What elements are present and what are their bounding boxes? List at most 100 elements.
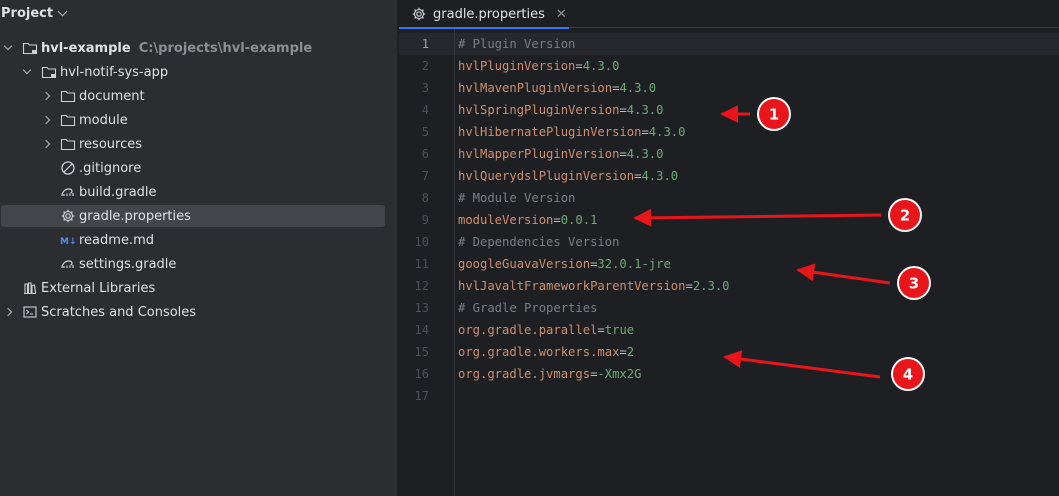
code-line[interactable]: # Plugin Version [458, 33, 575, 55]
comment-text: # Module Version [458, 191, 576, 205]
property-value: 4.3.0 [648, 125, 686, 139]
code-line[interactable]: # Module Version [458, 187, 575, 209]
property-value: 4.3.0 [626, 103, 664, 117]
code-line[interactable]: googleGuavaVersion=32.0.1-jre [458, 253, 671, 275]
property-key: hvlJavaltFrameworkParentVersion [458, 279, 686, 293]
comment-text: # Dependencies Version [458, 235, 620, 249]
tree-item-scratches-and-consoles[interactable]: Scratches and Consoles [0, 301, 385, 323]
gutter-divider [454, 29, 455, 496]
folder-icon [41, 64, 57, 80]
svg-text:M↓: M↓ [60, 237, 76, 247]
tree-item-label: document [79, 88, 145, 104]
tree-item-gradle-properties[interactable]: gradle.properties [1, 205, 385, 227]
property-value: 4.3.0 [619, 81, 657, 95]
code-line[interactable]: org.gradle.jvmargs=-Xmx2G [458, 363, 641, 385]
property-value: true [604, 323, 635, 337]
property-value: 4.3.0 [626, 147, 664, 161]
property-key: org.gradle.parallel [458, 323, 598, 337]
line-number: 11 [414, 257, 429, 271]
tree-item-resources[interactable]: resources [0, 133, 385, 155]
line-number: 15 [414, 345, 429, 359]
line-number: 4 [421, 103, 429, 117]
property-value: 2.3.0 [692, 279, 730, 293]
tab-label: gradle.properties [433, 6, 545, 22]
comment-text: # Gradle Properties [458, 301, 598, 315]
chevron-down-icon[interactable] [57, 6, 68, 16]
project-path-hint: C:\projects\hvl-example [138, 40, 313, 56]
property-key: hvlHibernatePluginVersion [458, 125, 642, 139]
line-number: 1 [421, 37, 429, 51]
tab-gradle-properties[interactable]: gradle.properties ✕ [399, 0, 569, 29]
line-number: 5 [421, 125, 429, 139]
close-icon[interactable]: ✕ [556, 7, 567, 22]
chevron-right-icon[interactable] [40, 109, 52, 131]
tree-item-gitignore[interactable]: .gitignore [0, 157, 385, 179]
property-key: hvlMapperPluginVersion [458, 147, 620, 161]
property-key: hvlSpringPluginVersion [458, 103, 620, 117]
tree-item-document[interactable]: document [0, 85, 385, 107]
editor-area[interactable]: gradle.properties ✕ 1 # Plugin Version 2… [399, 0, 1059, 496]
tree-item-label: build.gradle [79, 184, 157, 200]
tree-item-readme-md[interactable]: M↓ readme.md [0, 229, 385, 251]
line-number: 14 [414, 323, 429, 337]
line-number: 12 [414, 279, 429, 293]
code-line[interactable]: hvlMapperPluginVersion=4.3.0 [458, 143, 663, 165]
property-value: -Xmx2G [597, 367, 642, 381]
line-number: 16 [414, 367, 429, 381]
code-line[interactable]: org.gradle.workers.max=2 [458, 341, 634, 363]
code-line[interactable]: hvlQuerydslPluginVersion=4.3.0 [458, 165, 678, 187]
tree-item-module[interactable]: module [0, 109, 385, 131]
line-number: 3 [421, 81, 429, 95]
tree-item-external-libraries[interactable]: External Libraries [0, 277, 385, 299]
property-key: hvlQuerydslPluginVersion [458, 169, 635, 183]
chevron-down-icon[interactable] [2, 37, 14, 59]
code-line[interactable]: org.gradle.parallel=true [458, 319, 634, 341]
property-value: 4.3.0 [582, 59, 620, 73]
tree-item-label: module [79, 112, 128, 128]
code-line[interactable]: hvlSpringPluginVersion=4.3.0 [458, 99, 663, 121]
line-number: 10 [414, 235, 429, 249]
comment-text: # Plugin Version [458, 37, 576, 51]
code-line[interactable]: hvlMavenPluginVersion=4.3.0 [458, 77, 656, 99]
project-panel-title: Project [1, 5, 54, 21]
gitignore-icon [60, 160, 76, 176]
tree-item-label: hvl-example [41, 40, 131, 56]
gear-icon [60, 208, 76, 224]
line-number: 6 [421, 147, 429, 161]
tree-item-label: readme.md [79, 232, 154, 248]
property-key: googleGuavaVersion [458, 257, 591, 271]
line-number: 2 [421, 59, 429, 73]
property-key: org.gradle.jvmargs [458, 367, 591, 381]
gear-icon [411, 6, 427, 22]
folder-icon [60, 136, 76, 152]
tree-item-build-gradle[interactable]: build.gradle [0, 181, 385, 203]
line-number: 17 [414, 389, 429, 403]
code-line[interactable]: hvlHibernatePluginVersion=4.3.0 [458, 121, 685, 143]
library-icon [22, 280, 38, 296]
tree-item-label: settings.gradle [79, 256, 177, 272]
property-value: 4.3.0 [641, 169, 679, 183]
tree-item-label: Scratches and Consoles [41, 304, 197, 320]
editor-tab-bar: gradle.properties ✕ [399, 0, 1059, 29]
property-key: org.gradle.workers.max [458, 345, 620, 359]
code-line[interactable]: moduleVersion=0.0.1 [458, 209, 597, 231]
code-line[interactable]: # Dependencies Version [458, 231, 619, 253]
property-value: 2 [626, 345, 635, 359]
tree-item-hvl-notif-sys-app[interactable]: hvl-notif-sys-app [0, 61, 385, 83]
code-line[interactable]: # Gradle Properties [458, 297, 597, 319]
code-line[interactable]: hvlJavaltFrameworkParentVersion=2.3.0 [458, 275, 730, 297]
chevron-down-icon[interactable] [21, 61, 33, 83]
tree-item-hvl-example[interactable]: hvl-example C:\projects\hvl-example [0, 37, 385, 59]
active-tab-indicator [399, 27, 569, 29]
tree-item-label: hvl-notif-sys-app [60, 64, 169, 80]
project-panel-header[interactable]: Project [0, 0, 397, 26]
chevron-right-icon[interactable] [40, 85, 52, 107]
line-number: 9 [421, 213, 429, 227]
scratches-icon [22, 304, 38, 320]
tree-item-label: .gitignore [79, 160, 142, 176]
chevron-right-icon[interactable] [2, 301, 14, 323]
chevron-right-icon[interactable] [40, 133, 52, 155]
tree-item-settings-gradle[interactable]: settings.gradle [0, 253, 385, 275]
markdown-icon: M↓ [60, 232, 76, 248]
code-line[interactable]: hvlPluginVersion=4.3.0 [458, 55, 619, 77]
